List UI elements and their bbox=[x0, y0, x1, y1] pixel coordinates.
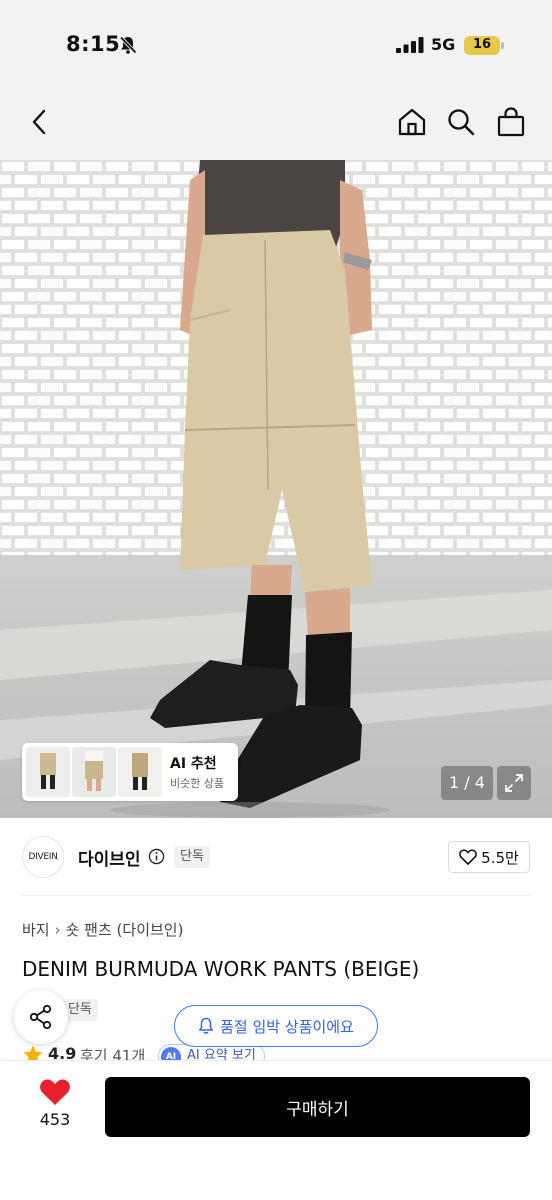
battery-icon: 16 bbox=[464, 36, 504, 55]
info-icon[interactable] bbox=[148, 848, 165, 865]
thumbnail-image bbox=[72, 747, 116, 797]
thumbnail-1[interactable] bbox=[26, 747, 70, 797]
wish-count: 453 bbox=[39, 1110, 71, 1129]
cart-button[interactable] bbox=[486, 90, 536, 154]
brand-like-button[interactable]: 5.5만 bbox=[448, 841, 530, 873]
chevron-right-icon: › bbox=[238, 753, 244, 769]
breadcrumb-category[interactable]: 바지 bbox=[22, 921, 50, 939]
share-icon bbox=[29, 1004, 52, 1030]
buy-button[interactable]: 구매하기 bbox=[105, 1077, 530, 1137]
product-photo bbox=[0, 160, 552, 818]
divider bbox=[22, 895, 530, 896]
ai-recommend-card[interactable]: AI 추천 › 비슷한 상품 bbox=[22, 743, 244, 801]
expand-button[interactable] bbox=[497, 766, 531, 800]
network-type: 5G bbox=[431, 35, 456, 54]
search-icon bbox=[448, 109, 475, 136]
status-bar: 8:15 5G 16 bbox=[0, 0, 552, 90]
exclusive-badge: 단독 bbox=[174, 846, 210, 868]
bell-off-icon bbox=[119, 36, 137, 54]
share-button[interactable] bbox=[14, 990, 68, 1044]
status-time: 8:15 bbox=[66, 32, 121, 56]
bell-icon bbox=[199, 1017, 214, 1034]
thumbnail-2[interactable] bbox=[72, 747, 116, 797]
signal-icon bbox=[396, 37, 424, 53]
home-icon bbox=[398, 108, 426, 136]
ai-recommend-title: AI 추천 bbox=[170, 756, 217, 772]
heart-outline-icon bbox=[459, 849, 478, 865]
image-pager: 1 / 4 bbox=[441, 766, 493, 800]
low-stock-toast: 품절 임박 상품이에요 bbox=[174, 1005, 378, 1047]
thumbnail-image bbox=[118, 747, 162, 797]
battery-level: 16 bbox=[472, 37, 492, 52]
chevron-right-icon: › bbox=[54, 921, 61, 939]
heart-filled-icon[interactable] bbox=[39, 1078, 71, 1106]
search-button[interactable] bbox=[436, 90, 486, 154]
home-button[interactable] bbox=[387, 90, 437, 154]
brand-name[interactable]: 다이브인 bbox=[78, 845, 141, 870]
ai-recommend-subtitle: 비슷한 상품 bbox=[170, 777, 225, 790]
top-nav-bar bbox=[0, 90, 552, 160]
product-image-gallery[interactable] bbox=[0, 160, 552, 818]
brand-like-count: 5.5만 bbox=[481, 848, 519, 867]
product-title: DENIM BURMUDA WORK PANTS (BEIGE) bbox=[22, 957, 420, 981]
shopping-bag-icon bbox=[497, 107, 525, 137]
thumbnail-image bbox=[26, 747, 70, 797]
breadcrumb: 바지 › 숏 팬츠 (다이브인) bbox=[22, 919, 183, 940]
back-chevron-icon bbox=[32, 109, 46, 135]
back-button[interactable] bbox=[14, 90, 64, 154]
low-stock-text: 품절 임박 상품이에요 bbox=[220, 1017, 354, 1036]
expand-icon bbox=[505, 774, 523, 792]
brand-logo[interactable]: DIVEIN bbox=[22, 836, 64, 878]
breadcrumb-subcategory[interactable]: 숏 팬츠 (다이브인) bbox=[66, 921, 184, 939]
thumbnail-3[interactable] bbox=[118, 747, 162, 797]
